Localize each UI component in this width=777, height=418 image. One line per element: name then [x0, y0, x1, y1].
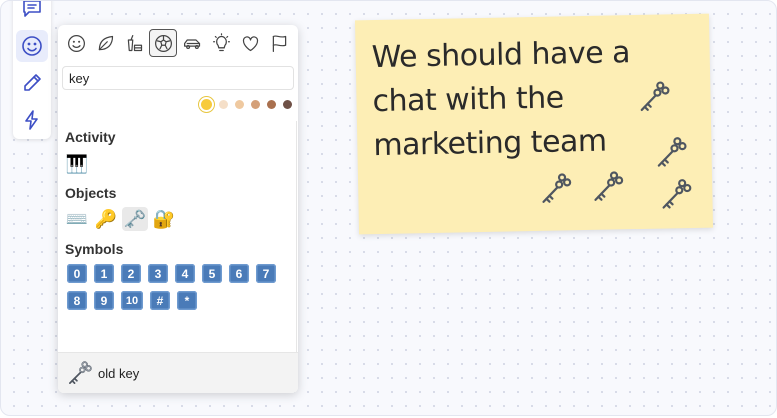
- skin-tone-medium-dark[interactable]: [267, 100, 276, 109]
- emoji-glyph: 🎹: [65, 153, 89, 175]
- skin-tone-default[interactable]: [201, 99, 212, 110]
- skin-tone-medium-light[interactable]: [235, 100, 244, 109]
- tab-symbols[interactable]: [236, 29, 264, 57]
- symbols-row-2: 8 9 10 # *: [64, 291, 201, 310]
- section-title-activity: Activity: [65, 129, 116, 145]
- emoji-keyboard[interactable]: ⌨️: [64, 207, 90, 231]
- section-title-symbols: Symbols: [65, 241, 124, 257]
- old-key-sticker[interactable]: [636, 78, 673, 115]
- activity-row: 🎹: [64, 152, 93, 176]
- symbols-icon: [242, 35, 258, 51]
- keycap-1[interactable]: 1: [94, 264, 114, 283]
- pen-tool[interactable]: [16, 67, 48, 99]
- tab-travel[interactable]: [178, 29, 206, 57]
- smileys-icon: [67, 34, 85, 52]
- emoji-piano[interactable]: 🎹: [64, 152, 90, 176]
- skin-tone-medium[interactable]: [251, 100, 260, 109]
- travel-icon: [183, 38, 200, 49]
- tab-nature[interactable]: [91, 29, 119, 57]
- tab-objects[interactable]: [207, 29, 235, 57]
- emoji-picker: Activity 🎹 Objects ⌨️ 🔑 🗝️ 🔐: [58, 25, 298, 393]
- flags-icon: [272, 34, 286, 52]
- keycap-2[interactable]: 2: [121, 264, 141, 283]
- skin-tone-dark[interactable]: [283, 100, 292, 109]
- emoji-key[interactable]: 🔑: [93, 207, 119, 231]
- comment-icon: [23, 1, 41, 17]
- keycap-8[interactable]: 8: [67, 291, 87, 310]
- tab-food[interactable]: [120, 29, 148, 57]
- old-key-icon: [69, 361, 92, 384]
- symbols-row-1: 0 1 2 3 4 5 6 7: [64, 264, 280, 283]
- keycap-10[interactable]: 10: [121, 291, 143, 310]
- emoji-locked-with-key[interactable]: 🔐: [151, 207, 177, 231]
- old-key-sticker[interactable]: [658, 176, 695, 213]
- keycap-asterisk[interactable]: *: [177, 291, 197, 310]
- emoji-tool[interactable]: [16, 30, 48, 62]
- tab-activity[interactable]: [149, 29, 177, 57]
- keycap-6[interactable]: 6: [229, 264, 249, 283]
- sticky-note-text[interactable]: We should have a chat with the marketing…: [371, 31, 643, 168]
- comment-tool[interactable]: [16, 1, 48, 25]
- emoji-search-input[interactable]: [62, 66, 294, 90]
- nature-icon: [98, 35, 113, 50]
- emoji-old-key[interactable]: 🗝️: [122, 207, 148, 231]
- emoji-preview-name: old key: [98, 366, 140, 381]
- emoji-preview-bar: old key: [58, 352, 298, 393]
- emoji-glyph: 🔑: [94, 208, 118, 230]
- emoji-icon: [22, 36, 42, 56]
- sticky-note[interactable]: We should have a chat with the marketing…: [354, 13, 714, 235]
- keycap-4[interactable]: 4: [175, 264, 195, 283]
- emoji-category-tabs: [62, 29, 294, 59]
- skin-tone-selector: [194, 99, 292, 110]
- emoji-glyph: 🗝️: [123, 208, 147, 230]
- objects-icon: [212, 32, 230, 51]
- old-key-sticker[interactable]: [590, 168, 627, 205]
- keycap-5[interactable]: 5: [202, 264, 222, 283]
- skin-tone-light[interactable]: [219, 100, 228, 109]
- old-key-sticker[interactable]: [653, 134, 690, 171]
- keycap-3[interactable]: 3: [148, 264, 168, 283]
- emoji-results[interactable]: Activity 🎹 Objects ⌨️ 🔑 🗝️ 🔐 Symbols 0 1…: [58, 121, 297, 353]
- tab-flags[interactable]: [265, 29, 293, 57]
- old-key-sticker[interactable]: [538, 170, 575, 207]
- whiteboard-canvas[interactable]: Activity 🎹 Objects ⌨️ 🔑 🗝️ 🔐: [0, 0, 777, 416]
- keycap-9[interactable]: 9: [94, 291, 114, 310]
- left-toolbar: [13, 1, 51, 139]
- pen-icon: [24, 74, 41, 91]
- section-title-objects: Objects: [65, 185, 117, 201]
- tab-smileys[interactable]: [62, 29, 90, 57]
- objects-row: ⌨️ 🔑 🗝️ 🔐: [64, 207, 180, 231]
- keycap-hash[interactable]: #: [150, 291, 170, 310]
- lightning-icon: [25, 110, 38, 130]
- keycap-0[interactable]: 0: [67, 264, 87, 283]
- emoji-glyph: 🔐: [152, 208, 176, 230]
- emoji-glyph: ⌨️: [65, 208, 89, 230]
- lightning-tool[interactable]: [16, 104, 48, 136]
- keycap-7[interactable]: 7: [256, 264, 276, 283]
- food-icon: [127, 34, 142, 51]
- activity-icon: [154, 34, 172, 52]
